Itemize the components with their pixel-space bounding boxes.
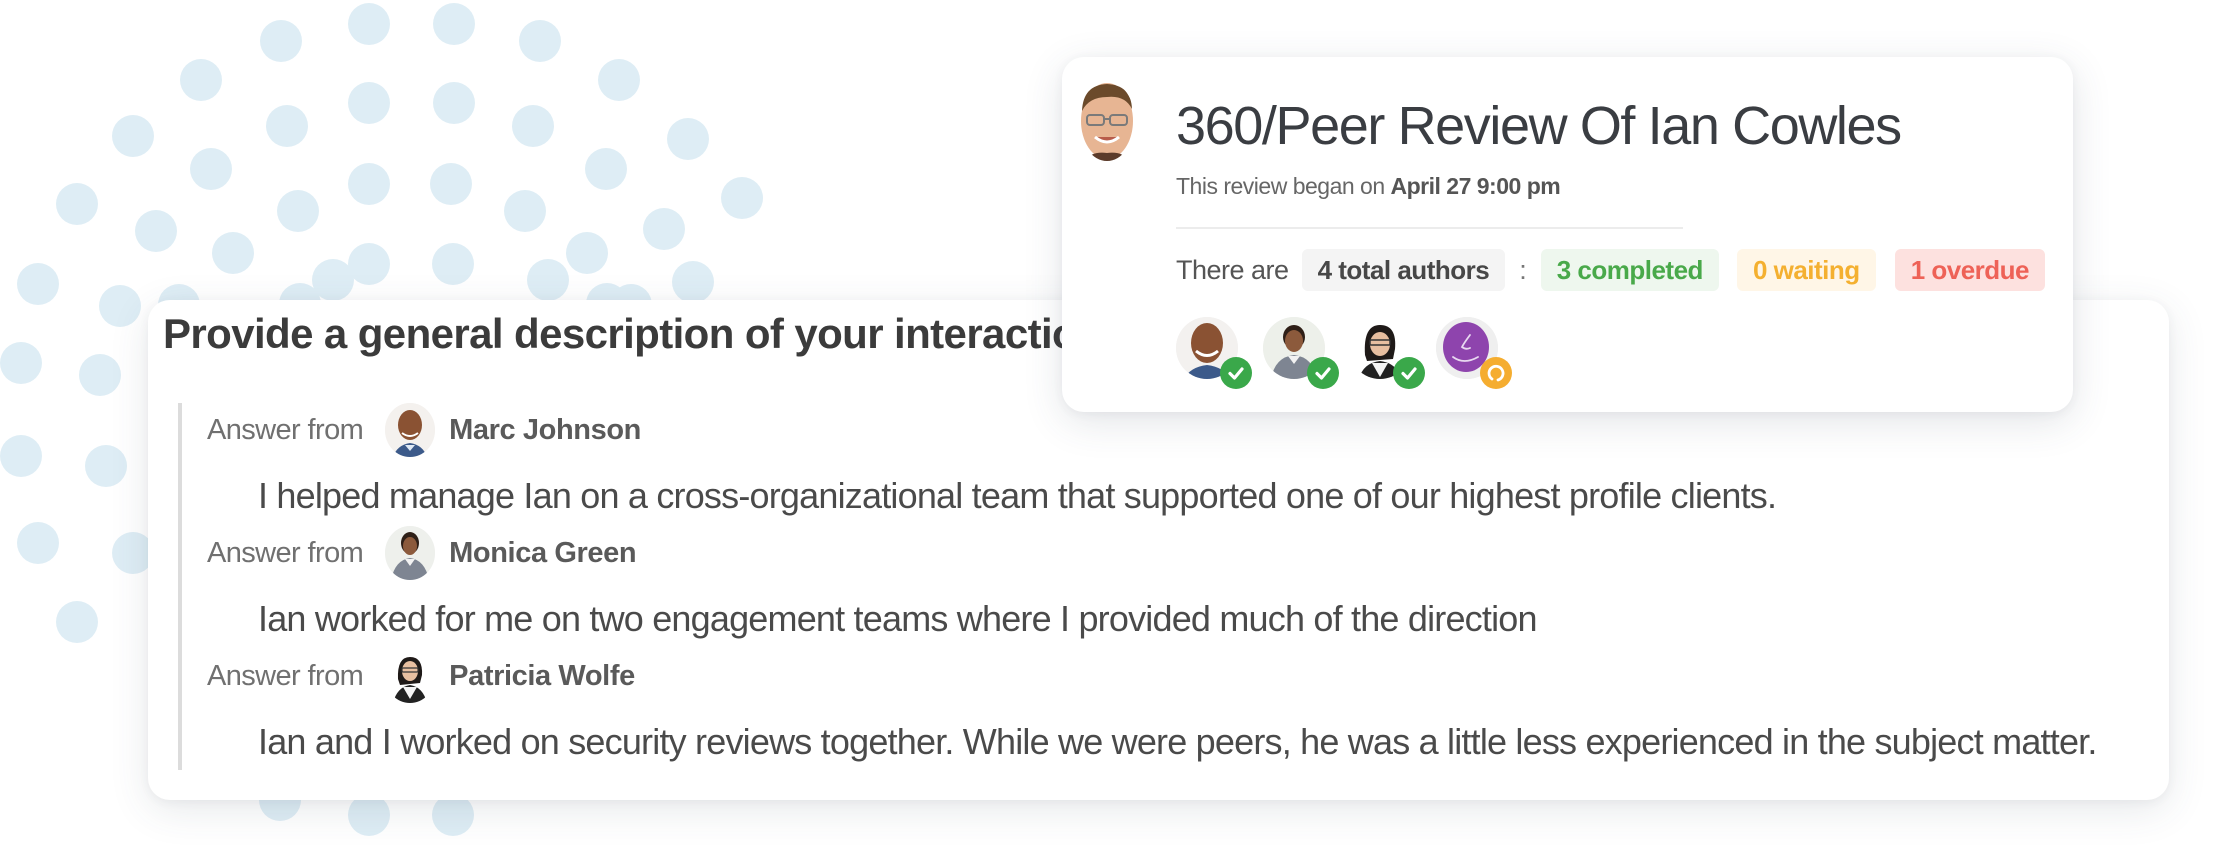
divider [1176, 227, 1683, 229]
decorative-dot [85, 445, 127, 487]
decorative-dot [519, 20, 561, 62]
avatar-patricia-wolfe-icon [385, 649, 436, 703]
decorative-dot [430, 163, 472, 205]
answer-author-name[interactable]: Patricia Wolfe [449, 660, 635, 693]
avatar-marc-johnson-icon [385, 403, 436, 457]
decorative-dot [721, 177, 763, 219]
answer-author-name[interactable]: Marc Johnson [449, 414, 641, 447]
review-title: 360/Peer Review Of Ian Cowles [1176, 96, 1902, 156]
decorative-dot [504, 190, 546, 232]
subject-avatar-icon [1079, 81, 1135, 161]
colon-separator: : [1519, 254, 1527, 285]
decorative-dot [643, 208, 685, 250]
decorative-dot [212, 232, 254, 274]
decorative-dot [585, 148, 627, 190]
decorative-dot [566, 232, 608, 274]
decorative-dot [348, 163, 390, 205]
answer-text: Ian worked for me on two engagement team… [258, 598, 1538, 639]
answer-from-label: Answer from [207, 659, 364, 692]
decorative-dot [17, 522, 59, 564]
decorative-dot [266, 105, 308, 147]
decorative-dot [433, 82, 475, 124]
decorative-dot [17, 263, 59, 305]
answer-header: Answer from Marc Johnson [207, 403, 641, 457]
avatar-monica-green-icon [385, 526, 436, 580]
decorative-dot [512, 105, 554, 147]
author-avatar-pending[interactable] [1436, 317, 1512, 389]
answer-from-label: Answer from [207, 536, 364, 569]
decorative-dot [260, 20, 302, 62]
check-icon [1393, 357, 1425, 389]
decorative-dot [99, 285, 141, 327]
question-title: Provide a general description of your in… [163, 310, 1103, 357]
completed-badge[interactable]: 3 completed [1540, 249, 1719, 291]
answer-text: Ian and I worked on security reviews tog… [258, 721, 2097, 762]
decorative-dot [0, 435, 42, 477]
decorative-dot [348, 82, 390, 124]
decorative-dot [433, 3, 475, 45]
check-icon [1220, 357, 1252, 389]
author-avatar-patricia-wolfe[interactable] [1349, 317, 1425, 389]
review-began-prefix: This review began on [1176, 173, 1391, 199]
author-avatars [1176, 317, 1576, 389]
author-avatar-monica-green[interactable] [1263, 317, 1339, 389]
total-authors-badge[interactable]: 4 total authors [1301, 249, 1506, 291]
decorative-dot [527, 259, 569, 301]
decorative-dot [348, 243, 390, 285]
answers-list: Answer from Marc Johnson I helped manage… [178, 403, 2142, 770]
decorative-dot [190, 148, 232, 190]
overdue-badge[interactable]: 1 overdue [1894, 249, 2046, 291]
review-start-info: This review began on April 27 9:00 pm [1176, 173, 1561, 200]
decorative-dot [348, 3, 390, 45]
decorative-dot [348, 794, 390, 836]
decorative-dot [0, 342, 42, 384]
decorative-dot [598, 59, 640, 101]
decorative-dot [112, 115, 154, 157]
decorative-dot [56, 601, 98, 643]
decorative-dot [180, 59, 222, 101]
decorative-dot [277, 190, 319, 232]
author-avatar-marc-johnson[interactable] [1176, 317, 1252, 389]
author-status-summary: There are 4 total authors : 3 completed … [1176, 249, 2046, 291]
decorative-dot [432, 794, 474, 836]
answer-header: Answer from Patricia Wolfe [207, 649, 635, 703]
pending-refresh-icon [1480, 357, 1512, 389]
answer-from-label: Answer from [207, 413, 364, 446]
decorative-dot [432, 243, 474, 285]
decorative-dot [672, 261, 714, 303]
decorative-dot [79, 354, 121, 396]
answer-text: I helped manage Ian on a cross-organizat… [258, 475, 1777, 516]
review-summary-card: 360/Peer Review Of Ian Cowles This revie… [1062, 57, 2073, 412]
answer-header: Answer from Monica Green [207, 526, 637, 580]
decorative-dot [135, 210, 177, 252]
answer-author-name[interactable]: Monica Green [449, 537, 636, 570]
decorative-dot [667, 118, 709, 160]
decorative-dot [56, 183, 98, 225]
review-began-date: April 27 9:00 pm [1390, 173, 1561, 199]
authors-prefix-label: There are [1176, 254, 1289, 285]
waiting-badge[interactable]: 0 waiting [1736, 249, 1876, 291]
check-icon [1307, 357, 1339, 389]
